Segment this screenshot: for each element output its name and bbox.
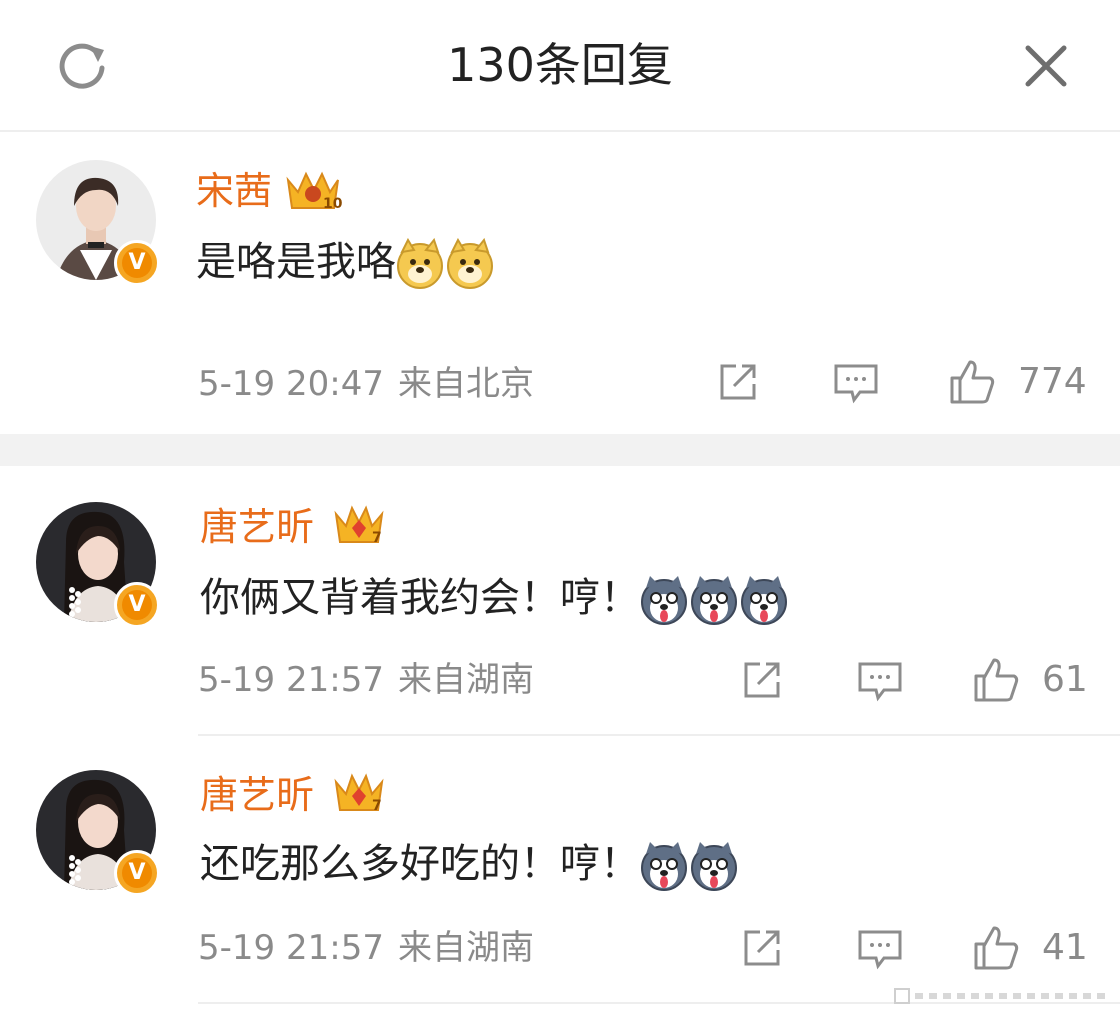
watermark-dots-icon [894,988,1105,1004]
page-title: 130条回复 [447,38,673,92]
comment-icon[interactable] [856,656,904,704]
comment-icon[interactable] [856,924,904,972]
comment-text: 你俩又背着我约会！哼！ [200,570,790,626]
husky-emoji-icon [691,842,737,891]
comment-text-body: 还吃那么多好吃的！哼！ [200,841,640,887]
comment-location: 来自北京 [397,364,534,404]
share-icon[interactable] [738,656,786,704]
doge-emoji-icon [397,238,443,289]
husky-emoji-icon [691,576,737,625]
comment-meta: 5-19 21:57 来自湖南 [198,658,534,702]
verified-badge-icon: V [114,850,160,896]
like-icon[interactable] [972,656,1020,704]
comment-icon[interactable] [832,358,880,406]
comment-date: 5-19 20:47 [198,364,384,404]
comment-meta: 5-19 21:57 来自湖南 [198,926,534,970]
share-icon[interactable] [738,924,786,972]
comment-meta: 5-19 20:47 来自北京 [198,362,534,406]
husky-emoji-icon [741,576,787,625]
verified-badge-icon: V [114,240,160,286]
share-icon[interactable] [714,358,762,406]
svg-text:7: 7 [372,798,382,814]
comment-text: 还吃那么多好吃的！哼！ [200,836,740,892]
svg-text:10: 10 [323,196,342,212]
comment-location: 来自湖南 [397,928,534,968]
like-icon[interactable] [948,358,996,406]
comment-text-body: 是咯是我咯 [196,239,396,285]
like-icon[interactable] [972,924,1020,972]
comment-text: 是咯是我咯 [196,234,496,290]
member-crown-icon: 7 [334,773,384,814]
like-count: 774 [1018,361,1087,402]
like-count: 41 [1042,927,1088,968]
like-count: 61 [1042,659,1088,700]
comment-username[interactable]: 宋茜 [196,166,272,216]
close-icon[interactable] [1020,40,1072,92]
member-crown-icon: 10 [286,171,342,212]
husky-emoji-icon [641,842,687,891]
member-crown-icon: 7 [334,505,384,546]
header-divider [0,130,1120,132]
doge-emoji-icon [447,238,493,289]
comment-divider [198,734,1120,736]
husky-emoji-icon [641,576,687,625]
comment-username[interactable]: 唐艺昕 [200,502,314,552]
svg-text:7: 7 [372,530,382,546]
comment-location: 来自湖南 [397,660,534,700]
verified-badge-icon: V [114,582,160,628]
comment-username[interactable]: 唐艺昕 [200,770,314,820]
comment-date: 5-19 21:57 [198,660,384,700]
comment-date: 5-19 21:57 [198,928,384,968]
section-divider [0,434,1120,466]
comment-text-body: 你俩又背着我约会！哼！ [200,575,640,621]
dialog-header: 130条回复 [0,0,1120,130]
